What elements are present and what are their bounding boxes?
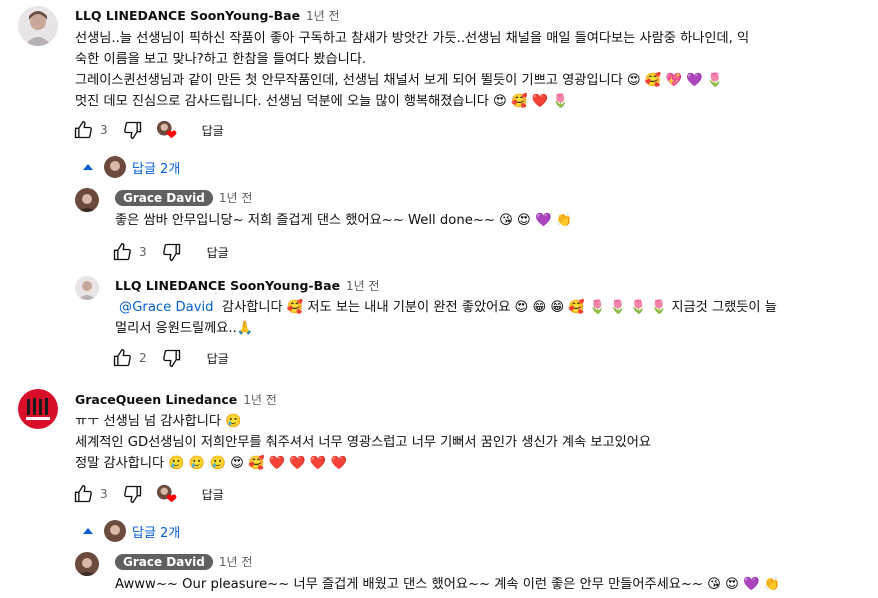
reply-button[interactable]: 답글 [202,486,224,503]
comment-line: 세계적인 GD선생님이 저희안무를 춰주셔서 너무 영광스럽고 너무 기뻐서 꿈… [75,435,652,450]
comment-author[interactable]: Grace David 1년 전 [115,553,252,570]
comment-time[interactable]: 1년 전 [219,191,253,205]
reply-button[interactable]: 답글 [207,244,229,261]
comment-time[interactable]: 1년 전 [243,393,277,407]
creator-heart-icon [156,483,178,505]
replies-toggle[interactable]: 답글 2개 [82,520,180,542]
avatar-image [24,11,52,46]
comment-text: @Grace David 감사합니다 🥰 저도 보는 내내 기분이 완전 좋았어… [115,297,777,339]
like-count: 3 [100,487,108,501]
comment-line: 정말 감사합니다 🥲 🥲 🥲 😍 🥰 ❤️ ❤️ ❤️ ❤️ [75,456,347,471]
comment-line: ㅠㅜ 선생님 넘 감사합니다 🥲 [75,414,242,429]
avatar-image [78,194,96,212]
comment-text: 선생님..늘 선생님이 픽하신 작품이 좋아 구독하고 참새가 방앗간 가듯..… [75,28,749,112]
creator-heart-icon [156,119,178,141]
reply-button[interactable]: 답글 [202,122,224,139]
thumbs-down-icon[interactable] [161,241,183,263]
thumbs-up-icon[interactable] [72,119,94,141]
avatar[interactable] [75,188,99,212]
comment-line: @Grace David 감사합니다 🥰 저도 보는 내내 기분이 완전 좋았어… [119,300,777,315]
comment-author[interactable]: LLQ LINEDANCE SoonYoung-Bae 1년 전 [115,277,380,294]
avatar-image [26,398,50,420]
avatar-image [78,281,96,300]
thumbs-down-icon[interactable] [161,347,183,369]
comment-text: Awww~~ Our pleasure~~ 너무 즐겁게 배웠고 댄스 했어요~… [115,574,780,595]
comment-author[interactable]: GraceQueen Linedance 1년 전 [75,391,277,408]
comment-text: 좋은 쌈바 안무입니당~ 저희 즐겁게 댄스 했어요~~ Well done~~… [115,210,572,231]
comment-line: 멀리서 응원드릴께요..🙏 [115,321,254,336]
reply-button[interactable]: 답글 [207,350,229,367]
thumbs-up-icon[interactable] [111,347,133,369]
comment-actions: 3 답글 [72,118,224,142]
thumbs-down-icon[interactable] [122,483,144,505]
creator-chip[interactable]: Grace David [115,190,213,206]
comment-actions: 3 답글 [111,240,229,264]
comment-time[interactable]: 1년 전 [219,555,253,569]
comment-actions: 3 답글 [72,482,224,506]
comment-actions: 2 답글 [111,346,229,370]
chevron-up-icon [83,528,93,534]
avatar[interactable] [75,276,99,300]
creator-chip[interactable]: Grace David [115,554,213,570]
thumbs-up-icon[interactable] [72,483,94,505]
like-count: 2 [139,351,147,365]
comment-line: 선생님..늘 선생님이 픽하신 작품이 좋아 구독하고 참새가 방앗간 가듯..… [75,31,750,46]
avatar-image [78,558,96,576]
comment-line: 멋진 데모 진심으로 감사드립니다. 선생님 덕분에 오늘 많이 행복해졌습니다… [75,94,569,109]
comment-text: ㅠㅜ 선생님 넘 감사합니다 🥲 세계적인 GD선생님이 저희안무를 춰주셔서 … [75,411,651,474]
replies-toggle[interactable]: 답글 2개 [82,156,180,178]
comment-line: 좋은 쌈바 안무입니당~ 저희 즐겁게 댄스 했어요~~ Well done~~… [115,213,573,228]
avatar[interactable] [18,389,58,429]
comment-author[interactable]: LLQ LINEDANCE SoonYoung-Bae 1년 전 [75,7,340,24]
comment-line: Awww~~ Our pleasure~~ 너무 즐겁게 배웠고 댄스 했어요~… [115,577,781,592]
mention-link[interactable]: @Grace David [119,300,214,315]
comment-line: 숙한 이름을 보고 맞나?하고 한참을 들여다 봤습니다. [75,52,367,67]
creator-avatar [104,156,126,178]
thumbs-down-icon[interactable] [122,119,144,141]
avatar[interactable] [18,6,58,46]
chevron-up-icon [83,164,93,170]
like-count: 3 [100,123,108,137]
comment-time[interactable]: 1년 전 [346,279,380,293]
creator-avatar [104,520,126,542]
avatar[interactable] [75,552,99,576]
thumbs-up-icon[interactable] [111,241,133,263]
like-count: 3 [139,245,147,259]
comment-author[interactable]: Grace David 1년 전 [115,189,252,206]
comment-time[interactable]: 1년 전 [306,9,340,23]
comment-line: 그레이스퀸선생님과 같이 만든 첫 안무작품인데, 선생님 채널서 보게 되어 … [75,73,724,88]
